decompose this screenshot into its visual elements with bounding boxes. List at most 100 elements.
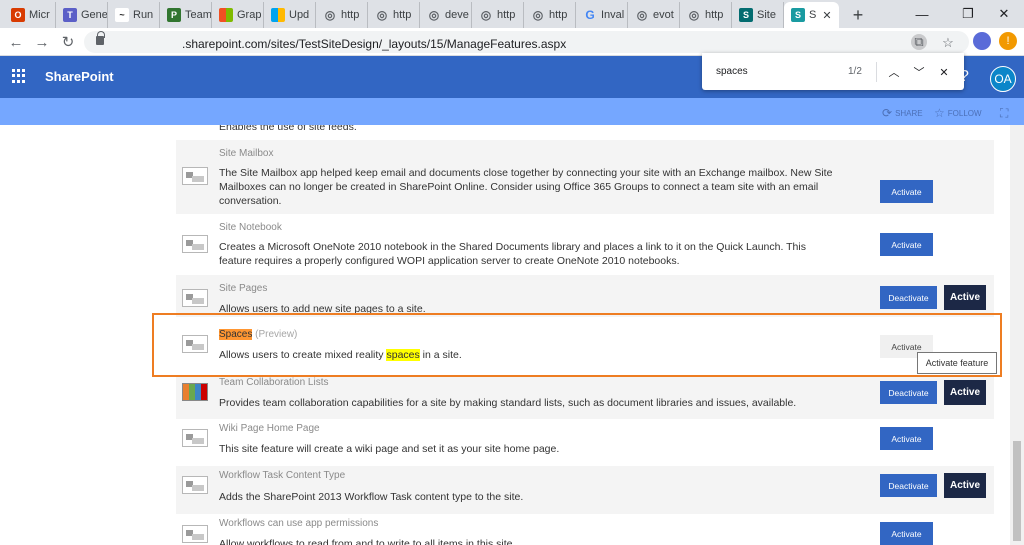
browser-tab-active[interactable]: S S ✕: [784, 2, 839, 28]
url-text: .sharepoint.com/sites/TestSiteDesign/_la…: [182, 37, 567, 51]
feature-row: Site Notebook Creates a Microsoft OneNot…: [176, 216, 994, 274]
feature-row: Site Pages Allows users to add new site …: [176, 275, 994, 317]
planner-icon: P: [167, 8, 181, 22]
browser-tab-strip: O Micr T Gene ~ Run P Team Grap Upd ◎ http ◎ h…: [0, 0, 1024, 28]
browser-tab[interactable]: O Micr: [4, 2, 56, 28]
status-badge: Active: [944, 285, 986, 310]
close-window-icon[interactable]: ✕: [982, 0, 1024, 28]
microsoft-icon: [271, 8, 285, 22]
find-input[interactable]: spaces: [716, 66, 748, 77]
site-header: ⟳ SHARE ☆ FOLLOW ⛶: [0, 98, 1024, 125]
close-tab-icon[interactable]: ✕: [822, 9, 831, 22]
browser-tab[interactable]: ◎ http: [524, 2, 576, 28]
feature-title: Workflows can use app permissions: [219, 518, 379, 529]
find-in-page-bar: spaces 1/2 ︿ ﹀ ✕: [702, 53, 964, 90]
globe-icon: ◎: [376, 8, 388, 22]
avatar[interactable]: OA: [990, 66, 1016, 92]
share-button[interactable]: ⟳ SHARE: [882, 106, 923, 120]
sharepoint-icon: S: [791, 8, 805, 22]
browser-tab[interactable]: ◎ evot: [628, 2, 680, 28]
microsoft-icon: [219, 8, 233, 22]
cast-icon[interactable]: ⧉: [911, 34, 927, 50]
globe-icon: ◎: [532, 8, 544, 22]
browser-tab[interactable]: S Site: [732, 2, 784, 28]
highlight-callout: [152, 313, 1002, 377]
feature-icon: [182, 383, 208, 401]
find-previous-icon[interactable]: ︿: [884, 62, 904, 82]
feature-icon: [182, 235, 208, 253]
status-badge: Active: [944, 380, 986, 405]
bookmark-star-icon[interactable]: ☆: [940, 35, 956, 51]
google-icon: G: [585, 8, 595, 22]
forward-icon[interactable]: →: [32, 32, 52, 52]
activate-button[interactable]: Activate: [880, 427, 933, 450]
feature-icon: [182, 429, 208, 447]
activate-button[interactable]: Activate: [880, 522, 933, 545]
browser-tab[interactable]: ◎ http: [472, 2, 524, 28]
office-icon: O: [11, 8, 25, 22]
feature-title: Site Pages: [219, 283, 268, 294]
teams-icon: T: [63, 8, 77, 22]
feature-row: Workflows can use app permissions Allow …: [176, 515, 994, 545]
find-separator: [876, 62, 877, 82]
feature-description: Adds the SharePoint 2013 Workflow Task c…: [219, 491, 524, 503]
tooltip: Activate feature: [917, 352, 997, 374]
browser-tab[interactable]: ◎ http: [680, 2, 732, 28]
browser-tab[interactable]: ◎ http: [368, 2, 420, 28]
focus-mode-icon[interactable]: ⛶: [1000, 106, 1008, 121]
minimize-window-icon[interactable]: —: [900, 0, 944, 28]
reload-icon[interactable]: ↻: [58, 32, 78, 52]
status-badge: Active: [944, 473, 986, 498]
find-next-icon[interactable]: ﹀: [909, 62, 929, 82]
feature-title: Site Mailbox: [219, 148, 274, 159]
sharepoint-icon: S: [739, 8, 753, 22]
feature-title: Team Collaboration Lists: [219, 377, 329, 388]
feature-icon: [182, 476, 208, 494]
sharepoint-brand[interactable]: SharePoint: [45, 69, 114, 84]
deactivate-button[interactable]: Deactivate: [880, 474, 937, 497]
flow-icon: ~: [115, 8, 129, 22]
new-tab-icon[interactable]: +: [845, 2, 871, 28]
deactivate-button[interactable]: Deactivate: [880, 381, 937, 404]
share-icon: ⟳: [882, 106, 893, 120]
feature-icon: [182, 289, 208, 307]
feature-title: Site Notebook: [219, 222, 282, 233]
activate-button[interactable]: Activate: [880, 233, 933, 256]
browser-tab[interactable]: P Team: [160, 2, 212, 28]
feature-description: Allow workflows to read from and to writ…: [219, 538, 516, 545]
browser-tab[interactable]: T Gene: [56, 2, 108, 28]
star-icon: ☆: [934, 106, 945, 120]
feature-title: Workflow Task Content Type: [219, 470, 346, 481]
find-close-icon[interactable]: ✕: [934, 62, 954, 82]
feature-description: Enables the use of site feeds.: [219, 125, 357, 133]
feature-description: Provides team collaboration capabilities…: [219, 397, 797, 409]
globe-icon: ◎: [688, 8, 700, 22]
back-icon[interactable]: ←: [6, 32, 26, 52]
app-launcher-icon[interactable]: [12, 69, 26, 83]
feature-description: This site feature will create a wiki pag…: [219, 443, 560, 455]
browser-tab[interactable]: ◎ deve: [420, 2, 472, 28]
feature-row: Enables the use of site feeds.: [176, 125, 994, 137]
scrollbar-thumb[interactable]: [1013, 441, 1021, 541]
deactivate-button[interactable]: Deactivate: [880, 286, 937, 309]
browser-tab[interactable]: Upd: [264, 2, 316, 28]
extension-icon[interactable]: [973, 32, 991, 50]
feature-description: The Site Mailbox app helped keep email a…: [219, 167, 833, 207]
feature-row: Team Collaboration Lists Provides team c…: [176, 377, 994, 419]
globe-icon: ◎: [480, 8, 492, 22]
browser-tab[interactable]: ~ Run: [108, 2, 160, 28]
activate-button[interactable]: Activate: [880, 180, 933, 203]
browser-tab[interactable]: G Inval: [576, 2, 628, 28]
feature-row: Workflow Task Content Type Adds the Shar…: [176, 466, 994, 514]
address-bar[interactable]: .sharepoint.com/sites/TestSiteDesign/_la…: [84, 31, 969, 53]
feature-title: Wiki Page Home Page: [219, 423, 320, 434]
lock-icon: [96, 31, 105, 45]
feature-icon: [182, 525, 208, 543]
follow-button[interactable]: ☆ FOLLOW: [934, 106, 982, 120]
profile-alert-icon[interactable]: !: [999, 32, 1017, 50]
browser-tab[interactable]: Grap: [212, 2, 264, 28]
feature-row: Site Mailbox The Site Mailbox app helped…: [176, 140, 994, 214]
browser-tab[interactable]: ◎ http: [316, 2, 368, 28]
browser-toolbar: ← → ↻ .sharepoint.com/sites/TestSiteDesi…: [0, 28, 1024, 56]
feature-description: Creates a Microsoft OneNote 2010 noteboo…: [219, 241, 806, 267]
